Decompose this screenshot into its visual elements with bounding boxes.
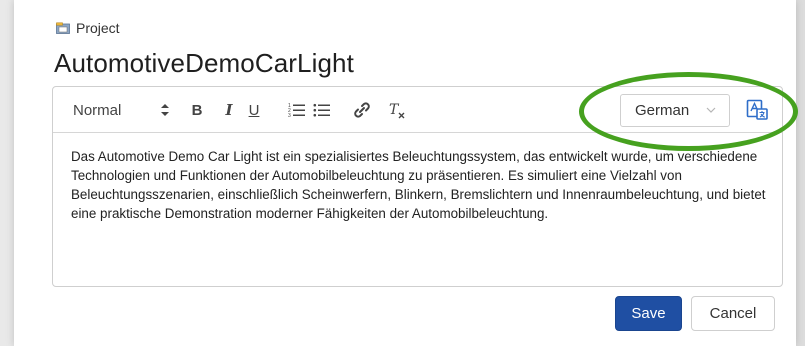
svg-text:3: 3	[288, 113, 291, 118]
edit-project-panel: Project AutomotiveDemoCarLight Normal B …	[14, 0, 796, 346]
description-editor: Normal B I U 1 2 3 T German Das Automoti…	[52, 86, 783, 287]
language-select-value: German	[635, 102, 690, 119]
ordered-list-icon[interactable]: 1 2 3	[288, 99, 306, 121]
description-text[interactable]: Das Automotive Demo Car Light ist ein sp…	[71, 147, 771, 223]
translate-icon[interactable]	[745, 98, 769, 122]
format-select-arrows-icon[interactable]	[159, 99, 171, 121]
clear-format-glyph: T	[389, 102, 400, 118]
bullet-list-icon[interactable]	[313, 99, 331, 121]
editor-toolbar: Normal B I U 1 2 3 T German	[53, 87, 782, 133]
save-button[interactable]: Save	[615, 296, 682, 331]
breadcrumb-label[interactable]: Project	[76, 20, 120, 36]
page-title: AutomotiveDemoCarLight	[54, 48, 354, 78]
project-icon	[56, 22, 70, 34]
format-select[interactable]: Normal	[73, 99, 121, 121]
clear-format-icon[interactable]: T	[388, 99, 406, 121]
cancel-button[interactable]: Cancel	[691, 296, 775, 331]
breadcrumb: Project	[56, 20, 120, 36]
link-icon[interactable]	[353, 99, 371, 121]
chevron-down-icon	[706, 107, 716, 113]
italic-button[interactable]: I	[221, 99, 237, 121]
underline-button[interactable]: U	[246, 99, 262, 121]
bold-button[interactable]: B	[189, 99, 205, 121]
language-select[interactable]: German	[620, 94, 730, 127]
